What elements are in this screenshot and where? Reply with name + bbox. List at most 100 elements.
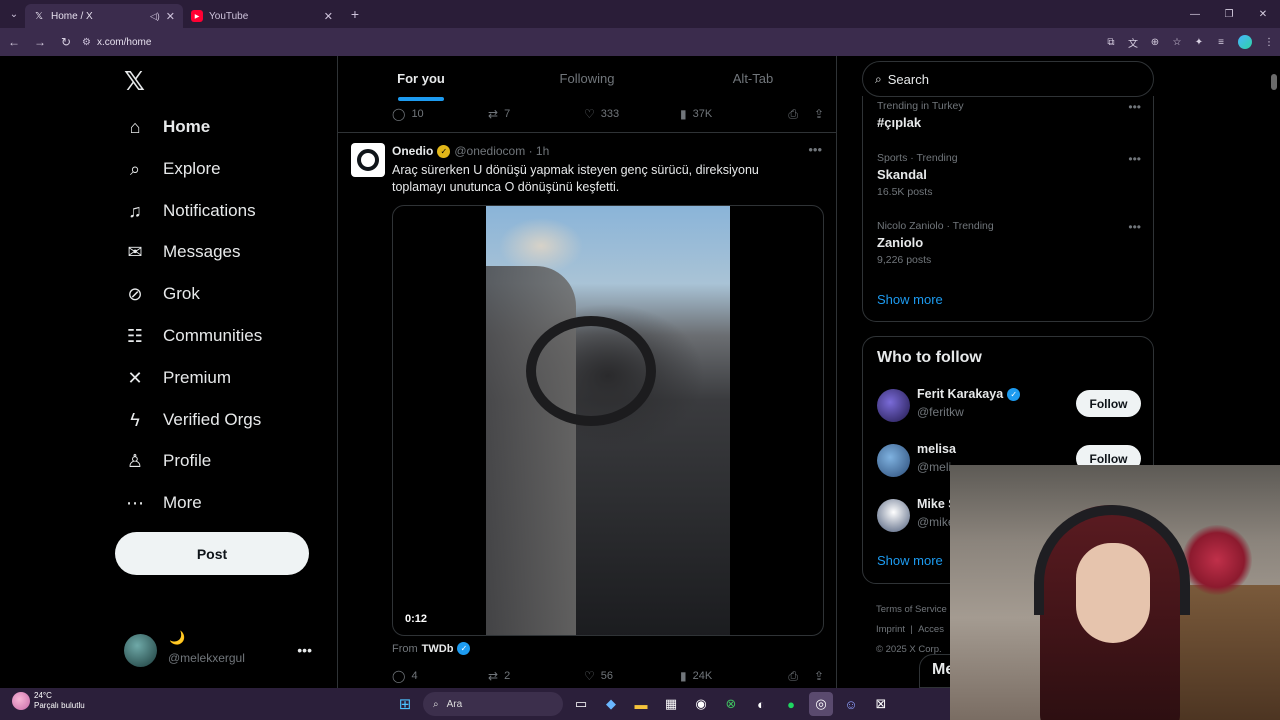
scrollbar-thumb[interactable]	[1271, 74, 1277, 90]
nav-profile[interactable]: ♙ Profile	[124, 441, 211, 481]
site-info-icon[interactable]: ⚙	[82, 37, 91, 48]
translate-icon[interactable]: 文	[1122, 35, 1144, 50]
post-button[interactable]: Post	[115, 532, 309, 575]
avatar[interactable]	[351, 143, 385, 177]
bookmark-icon[interactable]: ⎙	[788, 669, 798, 684]
follow-suggestion[interactable]: Ferit Karakaya ✓ @feritkw Follow	[877, 387, 1141, 427]
show-more-link[interactable]: Show more	[877, 292, 943, 307]
reply-count: 4	[411, 670, 418, 682]
trend-item[interactable]: Sports · Trending Skandal 16.5K posts ••…	[877, 152, 1141, 198]
like-button[interactable]: ♡ 333	[584, 107, 680, 121]
weather-widget[interactable]: 24°C Parçalı bulutlu	[12, 691, 85, 711]
source-name[interactable]: TWDb	[422, 643, 454, 655]
profile-avatar[interactable]	[1238, 35, 1252, 49]
task-view-icon[interactable]: ▭	[569, 692, 593, 716]
tab-alt-tab[interactable]: Alt-Tab	[670, 56, 836, 101]
reply-count: 10	[411, 108, 424, 120]
xbox-icon[interactable]: ⊗	[719, 692, 743, 716]
capcut-icon[interactable]: ⊠	[869, 692, 893, 716]
video-duration: 0:12	[405, 613, 428, 625]
extensions-icon[interactable]: ✦	[1188, 37, 1210, 48]
nav-notifications[interactable]: ♫ Notifications	[124, 191, 255, 231]
account-switcher[interactable]: 🌙 @melekxergul •••	[124, 630, 324, 672]
close-tab-icon[interactable]: ✕	[166, 10, 175, 23]
tab-youtube[interactable]: ▶ YouTube ✕	[183, 4, 341, 28]
repost-button[interactable]: ⇄ 2	[488, 669, 584, 683]
footer-links-row: Imprint | Acces	[876, 620, 947, 640]
nav-more[interactable]: ⋯ More	[124, 483, 202, 523]
reading-list-icon[interactable]: ≡	[1210, 37, 1232, 48]
x-logo-icon[interactable]: 𝕏	[124, 66, 145, 97]
accessibility-link[interactable]: Acces	[918, 624, 944, 635]
nav-messages[interactable]: ✉ Messages	[124, 232, 240, 272]
file-explorer-icon[interactable]: ▬	[629, 692, 653, 716]
speaker-icon[interactable]: ◁)	[150, 11, 160, 22]
more-dots-icon[interactable]: •••	[1128, 220, 1141, 234]
tab-following[interactable]: Following	[504, 56, 670, 101]
steam-icon[interactable]: ◐	[749, 692, 773, 716]
nav-communities[interactable]: ☷ Communities	[124, 316, 262, 356]
name-text: melisa	[917, 442, 956, 456]
spotify-icon[interactable]: ●	[779, 692, 803, 716]
maximize-button[interactable]: ❐	[1212, 0, 1246, 28]
store-icon[interactable]: ▦	[659, 692, 683, 716]
terms-link[interactable]: Terms of Service	[876, 600, 947, 620]
nav-verified-orgs[interactable]: ϟ Verified Orgs	[124, 400, 261, 440]
close-window-button[interactable]: ✕	[1246, 0, 1280, 28]
url-text: x.com/home	[96, 36, 152, 48]
repost-button[interactable]: ⇄ 7	[488, 107, 584, 121]
imprint-link[interactable]: Imprint	[876, 624, 905, 635]
nav-home[interactable]: ⌂ Home	[124, 107, 211, 147]
share-icon[interactable]: ⇪	[814, 669, 824, 684]
bookmark-star-icon[interactable]: ☆	[1166, 37, 1188, 48]
browser-menu-icon[interactable]: ⋮	[1258, 37, 1280, 48]
trend-meta: Nicolo Zaniolo · Trending	[877, 220, 994, 232]
reload-button[interactable]: ↻	[54, 30, 78, 54]
tab-home-x[interactable]: 𝕏 Home / X ◁) ✕	[25, 4, 183, 28]
address-bar[interactable]: ⚙ x.com/home	[82, 31, 1082, 53]
tweet-time[interactable]: 1h	[536, 144, 549, 158]
tab-for-you[interactable]: For you	[338, 56, 504, 101]
author-name[interactable]: Onedio	[392, 144, 433, 158]
close-tab-icon[interactable]: ✕	[324, 10, 333, 23]
bookmark-icon[interactable]: ⎙	[788, 107, 798, 122]
nav-grok[interactable]: ⊘ Grok	[124, 274, 199, 314]
chrome-icon[interactable]: ◎	[809, 692, 833, 716]
video-player[interactable]: 0:12	[392, 205, 824, 636]
trend-count: 16.5K posts	[877, 186, 933, 198]
author-handle[interactable]: @onediocom	[454, 144, 525, 158]
search-input[interactable]: ⌕ Search	[862, 61, 1154, 97]
nav-explore[interactable]: ⌕ Explore	[124, 149, 221, 189]
reply-icon: ◯	[392, 107, 406, 121]
repost-count: 2	[504, 670, 511, 682]
trend-item[interactable]: Nicolo Zaniolo · Trending Zaniolo 9,226 …	[877, 220, 1141, 266]
more-dots-icon[interactable]: •••	[808, 142, 822, 157]
views-button[interactable]: ▮ 37K	[680, 107, 776, 121]
github-icon[interactable]: ◉	[689, 692, 713, 716]
youtube-icon: ▶	[191, 10, 203, 22]
copilot-icon[interactable]: ◆	[599, 692, 623, 716]
minimize-button[interactable]: —	[1178, 0, 1212, 28]
windows-start-icon[interactable]: ⊞	[393, 692, 417, 716]
reply-button[interactable]: ◯ 4	[392, 669, 488, 683]
forward-button[interactable]: →	[28, 30, 52, 54]
new-tab-button[interactable]: +	[345, 6, 365, 22]
like-button[interactable]: ♡ 56	[584, 669, 680, 683]
follow-button[interactable]: Follow	[1076, 390, 1141, 417]
discord-icon[interactable]: ☺	[839, 692, 863, 716]
trend-item[interactable]: Trending in Turkey #çıplak •••	[877, 100, 1141, 130]
back-button[interactable]: ←	[2, 30, 26, 54]
tab-search-button[interactable]: ⌄	[3, 3, 25, 25]
show-more-link[interactable]: Show more	[877, 553, 943, 568]
nav-premium[interactable]: ✕ Premium	[124, 358, 231, 398]
taskbar-search[interactable]: ⌕ Ara	[423, 692, 563, 716]
cast-icon[interactable]: ⧉	[1100, 37, 1122, 48]
trend-title: Skandal	[877, 167, 927, 182]
more-dots-icon[interactable]: •••	[1128, 152, 1141, 166]
reply-button[interactable]: ◯ 10	[392, 107, 488, 121]
views-button[interactable]: ▮ 24K	[680, 669, 776, 683]
zoom-icon[interactable]: ⊕	[1144, 37, 1166, 48]
share-icon[interactable]: ⇪	[814, 107, 824, 122]
more-dots-icon[interactable]: •••	[1128, 100, 1141, 114]
search-icon: ⌕	[875, 71, 882, 86]
